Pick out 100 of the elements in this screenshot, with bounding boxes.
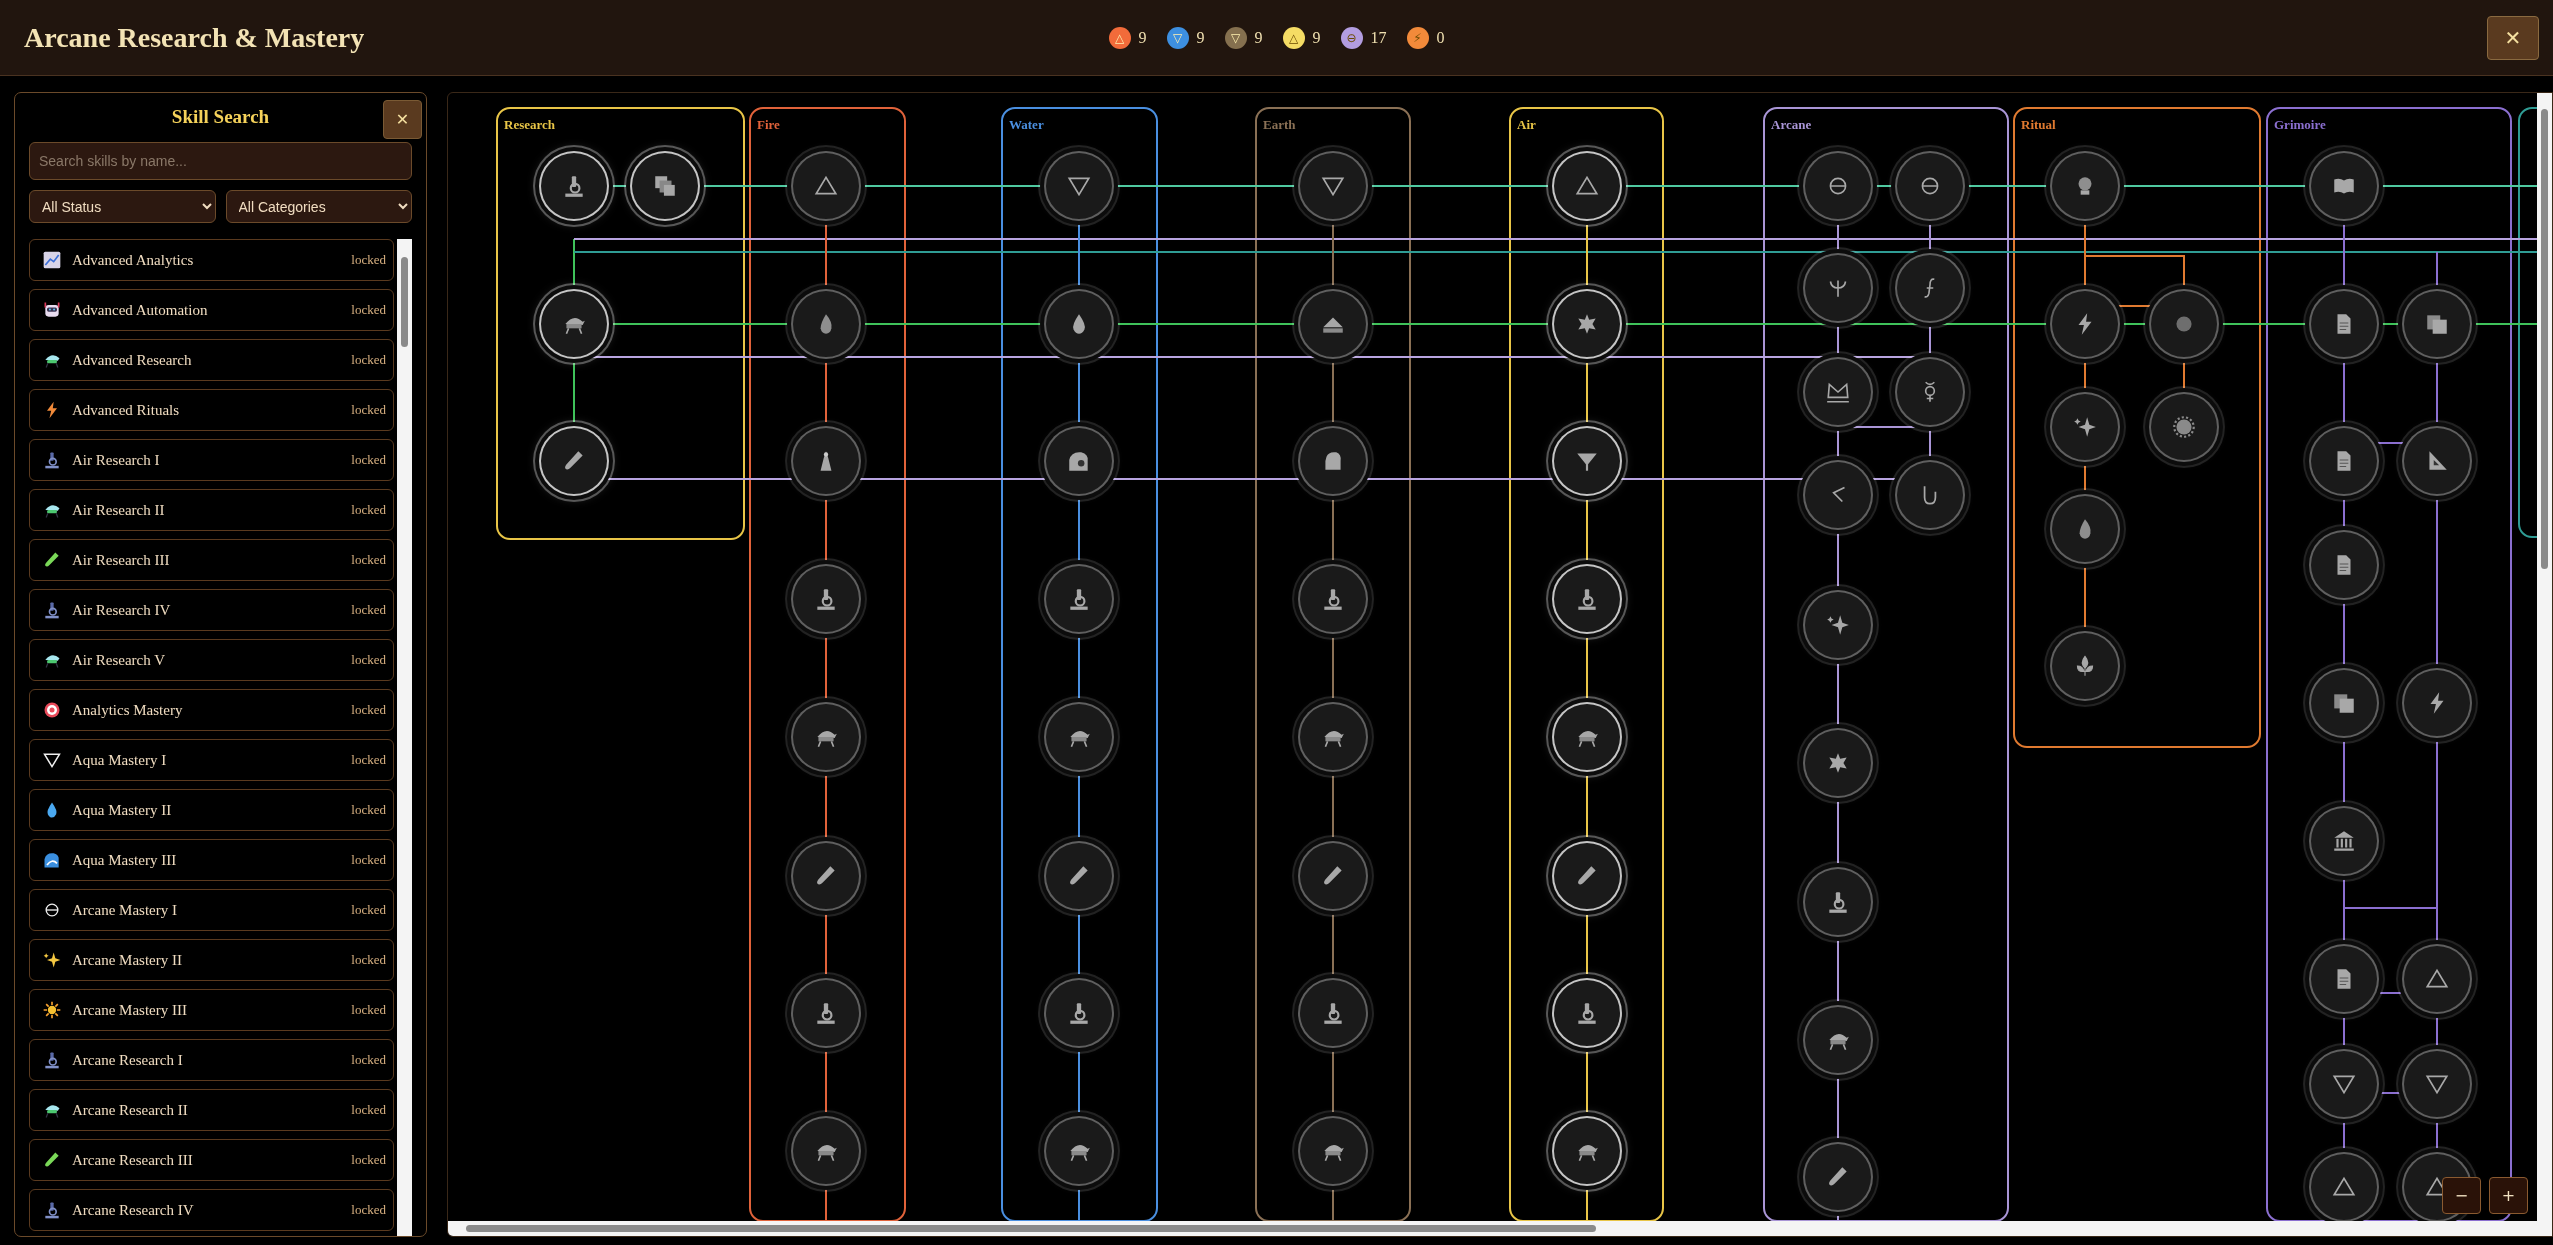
skill-list-item[interactable]: Air Research I locked [29, 439, 394, 481]
skill-node[interactable] [2309, 944, 2379, 1014]
skill-icon [42, 1200, 62, 1220]
skill-status: locked [351, 552, 386, 568]
skill-node[interactable] [1298, 1116, 1368, 1186]
skill-node[interactable] [1298, 426, 1368, 496]
skill-list-item[interactable]: Arcane Research II locked [29, 1089, 394, 1131]
skill-node[interactable] [2402, 668, 2472, 738]
skill-node[interactable] [1552, 841, 1622, 911]
skill-node[interactable] [1803, 728, 1873, 798]
skill-list-item[interactable]: Air Research V locked [29, 639, 394, 681]
lane-label: Air [1517, 117, 1536, 133]
skill-node[interactable] [1044, 426, 1114, 496]
skill-node[interactable] [1044, 289, 1114, 359]
skill-list-item[interactable]: Advanced Analytics locked [29, 239, 394, 281]
skill-node[interactable] [539, 289, 609, 359]
filter-select[interactable]: All Categories [225, 190, 412, 223]
skill-node[interactable] [1298, 702, 1368, 772]
skill-node[interactable] [2309, 1049, 2379, 1119]
skill-node[interactable] [2402, 944, 2472, 1014]
skill-list-item[interactable]: Arcane Research III locked [29, 1139, 394, 1181]
skill-name: Arcane Mastery I [72, 901, 178, 919]
filter-select[interactable]: All Status [29, 190, 216, 223]
scrollbar[interactable] [448, 1221, 2552, 1236]
skill-list-item[interactable]: Advanced Automation locked [29, 289, 394, 331]
skill-node[interactable] [2309, 806, 2379, 876]
skill-node[interactable] [1895, 357, 1965, 427]
search-field[interactable]: Search skills by name... [29, 142, 412, 180]
skill-node[interactable] [2149, 289, 2219, 359]
skill-node[interactable] [1895, 460, 1965, 530]
skill-list-item[interactable]: Aqua Mastery II locked [29, 789, 394, 831]
skill-node[interactable] [2050, 631, 2120, 701]
skill-node[interactable] [1298, 289, 1368, 359]
skill-node[interactable] [1803, 1142, 1873, 1212]
skill-node[interactable] [791, 151, 861, 221]
skill-list-item[interactable]: Arcane Mastery III locked [29, 989, 394, 1031]
scrollbar[interactable] [397, 239, 412, 1236]
skill-node[interactable] [1298, 151, 1368, 221]
skill-node[interactable] [2402, 289, 2472, 359]
skill-node[interactable] [1895, 253, 1965, 323]
skill-node[interactable] [791, 289, 861, 359]
skill-node[interactable] [1803, 590, 1873, 660]
skill-node[interactable] [2402, 426, 2472, 496]
skill-list-item[interactable]: Aqua Mastery I locked [29, 739, 394, 781]
skill-node[interactable] [2149, 392, 2219, 462]
zoom-button[interactable]: − [2442, 1177, 2481, 1214]
skill-node[interactable] [539, 151, 609, 221]
skill-list-item[interactable]: Air Research III locked [29, 539, 394, 581]
skill-node[interactable] [2309, 426, 2379, 496]
zoom-button[interactable]: + [2489, 1177, 2528, 1214]
skill-list-item[interactable]: Arcane Research I locked [29, 1039, 394, 1081]
skill-node[interactable] [1552, 426, 1622, 496]
skill-node[interactable] [2050, 392, 2120, 462]
skill-node[interactable] [1044, 702, 1114, 772]
skill-node[interactable] [2309, 530, 2379, 600]
skill-node[interactable] [1298, 841, 1368, 911]
skill-list-item[interactable]: Arcane Mastery I locked [29, 889, 394, 931]
skill-node[interactable] [2309, 1152, 2379, 1222]
scrollbar[interactable] [2537, 93, 2552, 1221]
skill-node[interactable] [2309, 668, 2379, 738]
skill-list-item[interactable]: Arcane Mastery II locked [29, 939, 394, 981]
skill-node[interactable] [2050, 289, 2120, 359]
skill-node[interactable] [791, 1116, 861, 1186]
skill-node[interactable] [2050, 151, 2120, 221]
skill-list-item[interactable]: Aqua Mastery III locked [29, 839, 394, 881]
skill-list-item[interactable]: Advanced Research locked [29, 339, 394, 381]
skill-list-item[interactable]: Air Research II locked [29, 489, 394, 531]
skill-node[interactable] [1044, 564, 1114, 634]
skill-node[interactable] [1803, 1005, 1873, 1075]
skill-node[interactable] [1044, 841, 1114, 911]
skill-node[interactable] [791, 564, 861, 634]
close-button[interactable]: ✕ [383, 100, 422, 139]
skill-node[interactable] [1803, 151, 1873, 221]
skill-node[interactable] [1044, 1116, 1114, 1186]
skill-node[interactable] [2050, 494, 2120, 564]
skill-list-item[interactable]: Advanced Rituals locked [29, 389, 394, 431]
skill-node[interactable] [1803, 867, 1873, 937]
skill-node[interactable] [1552, 289, 1622, 359]
skill-node[interactable] [2309, 289, 2379, 359]
skill-node[interactable] [791, 426, 861, 496]
skill-node[interactable] [539, 426, 609, 496]
skill-node[interactable] [1044, 151, 1114, 221]
skill-node[interactable] [1552, 151, 1622, 221]
skill-list-item[interactable]: Arcane Research IV locked [29, 1189, 394, 1231]
skill-node[interactable] [1298, 564, 1368, 634]
skill-node[interactable] [1803, 253, 1873, 323]
skill-list-item[interactable]: Analytics Mastery locked [29, 689, 394, 731]
skill-node[interactable] [1803, 357, 1873, 427]
skill-node[interactable] [791, 702, 861, 772]
skill-node[interactable] [1895, 151, 1965, 221]
skill-node[interactable] [2309, 151, 2379, 221]
skill-node[interactable] [1552, 702, 1622, 772]
skill-node[interactable] [630, 151, 700, 221]
skill-node[interactable] [1803, 460, 1873, 530]
skill-list-item[interactable]: Air Research IV locked [29, 589, 394, 631]
skill-node[interactable] [2402, 1049, 2472, 1119]
close-button[interactable]: ✕ [2487, 15, 2539, 60]
skill-node[interactable] [791, 841, 861, 911]
skill-node[interactable] [1552, 1116, 1622, 1186]
skill-node[interactable] [1552, 564, 1622, 634]
